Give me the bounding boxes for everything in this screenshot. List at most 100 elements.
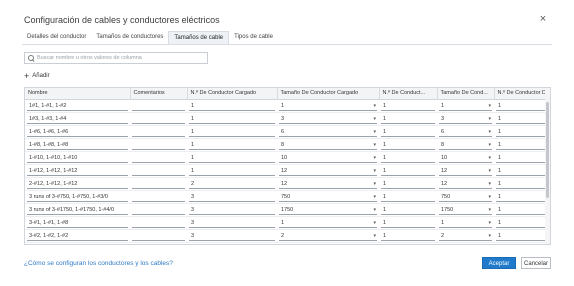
cell-input[interactable]: 3 runs of 3-#750, 1-#750, 1-#3/0: [27, 191, 128, 202]
cell-input[interactable]: [132, 178, 185, 189]
size-dropdown[interactable]: 3: [279, 113, 377, 124]
size-dropdown[interactable]: 750: [439, 191, 492, 202]
cell-input[interactable]: 1: [189, 126, 275, 137]
cell-input[interactable]: [132, 230, 185, 241]
search-input[interactable]: [37, 53, 207, 63]
table-row[interactable]: 3-#2, 1-#2, 1-#232121: [25, 229, 550, 243]
size-dropdown[interactable]: 8: [439, 139, 492, 150]
cell-input[interactable]: [132, 126, 185, 137]
cell-input[interactable]: 1-#12, 1-#12, 1-#12: [27, 165, 128, 176]
size-dropdown[interactable]: 1: [439, 100, 492, 111]
size-dropdown[interactable]: 1750: [279, 204, 377, 215]
size-dropdown[interactable]: 2: [279, 230, 377, 241]
cell-input[interactable]: 1: [381, 152, 435, 163]
cell-input[interactable]: 1-#6, 1-#6, 1-#6: [27, 126, 128, 137]
cell-input[interactable]: 3 runs of 3-#1750, 1-#1750, 1-#4/0: [27, 204, 128, 215]
cell-input[interactable]: 1: [381, 191, 435, 202]
cell-input[interactable]: 2: [189, 178, 275, 189]
table-row[interactable]: 2-#12, 1-#12, 1-#12 2 12 1 12 1: [25, 177, 550, 191]
cell-input[interactable]: [132, 113, 185, 124]
cell-input[interactable]: 1: [381, 126, 435, 137]
table-row[interactable]: 1#1, 1-#1, 1-#211111: [25, 99, 550, 113]
cell-input[interactable]: 1: [381, 204, 435, 215]
cell-input[interactable]: [132, 139, 185, 150]
size-dropdown[interactable]: 12: [279, 165, 377, 176]
size-dropdown[interactable]: 12: [439, 178, 492, 189]
tab-conductor-sizes[interactable]: Tamaños de conductores: [91, 31, 168, 44]
cell-input[interactable]: 2-#12, 1-#12, 1-#12: [27, 178, 128, 189]
tab-cable-types[interactable]: Tipos de cable: [229, 31, 278, 44]
cell-input[interactable]: 1: [496, 165, 550, 176]
cell-input[interactable]: 1: [189, 165, 275, 176]
cell-input[interactable]: 1: [189, 152, 275, 163]
cell-input[interactable]: 3: [189, 204, 275, 215]
size-dropdown[interactable]: 1: [279, 217, 377, 228]
size-dropdown[interactable]: 6: [279, 126, 377, 137]
close-icon[interactable]: ×: [537, 13, 549, 25]
size-dropdown[interactable]: 6: [439, 126, 492, 137]
size-dropdown[interactable]: 12: [279, 178, 377, 189]
size-dropdown[interactable]: 12: [439, 165, 492, 176]
cell-input[interactable]: 1: [496, 230, 550, 241]
cell-input[interactable]: 1-#8, 1-#8, 1-#8: [27, 139, 128, 150]
cell-input[interactable]: 1-#10, 1-#10, 1-#10: [27, 152, 128, 163]
cell-input[interactable]: 1: [496, 217, 550, 228]
cell-input[interactable]: 1: [381, 165, 435, 176]
size-dropdown[interactable]: 1: [439, 217, 492, 228]
cell-input[interactable]: 1: [381, 178, 435, 189]
cell-input[interactable]: 1: [496, 126, 550, 137]
accept-button[interactable]: Aceptar: [482, 257, 516, 269]
cell-input[interactable]: 1: [496, 152, 550, 163]
table-row[interactable]: 1-#10, 1-#10, 1-#10 1 10 1 10 1: [25, 151, 550, 165]
add-button[interactable]: + Añadir: [24, 72, 50, 81]
help-link[interactable]: ¿Cómo se configuran los conductores y lo…: [24, 260, 173, 267]
column-header-num-conductor-de[interactable]: N.º De Conductor De: [494, 88, 550, 100]
cell-input[interactable]: 1: [381, 100, 435, 111]
cell-input[interactable]: 1: [496, 178, 550, 189]
column-header-nombre[interactable]: Nombre: [25, 88, 131, 100]
column-header-tamano-conductor-cargado[interactable]: Tamaño De Conductor Cargado: [277, 88, 380, 100]
column-header-comentarios[interactable]: Comentarios: [130, 88, 188, 100]
cell-input[interactable]: [132, 152, 185, 163]
table-row[interactable]: 3 runs of 3-#1750, 1-#1750, 1-#4/0 3 1750 1…: [25, 203, 550, 217]
table-row[interactable]: 1-#12, 1-#12, 1-#12 1 12 1 12 1: [25, 164, 550, 178]
cell-input[interactable]: 1#3, 1-#3, 1-#4: [27, 113, 128, 124]
size-dropdown[interactable]: 3: [439, 113, 492, 124]
cell-input[interactable]: [132, 217, 185, 228]
cell-input[interactable]: 3-#2, 1-#2, 1-#2: [27, 230, 128, 241]
cell-input[interactable]: 1: [381, 113, 435, 124]
table-row[interactable]: 1#3, 1-#3, 1-#413131: [25, 112, 550, 126]
scrollbar-thumb[interactable]: [546, 102, 549, 198]
size-dropdown[interactable]: 750: [279, 191, 377, 202]
cell-input[interactable]: 1#1, 1-#1, 1-#2: [27, 100, 128, 111]
vertical-scrollbar[interactable]: [545, 88, 550, 244]
cell-input[interactable]: 1: [189, 139, 275, 150]
column-header-num-conductor-cargado[interactable]: N.º De Conductor Cargado: [187, 88, 278, 100]
cell-input[interactable]: [132, 100, 185, 111]
cell-input[interactable]: 3: [189, 217, 275, 228]
cell-input[interactable]: 1: [496, 204, 550, 215]
size-dropdown[interactable]: 1750: [439, 204, 492, 215]
cell-input[interactable]: 1: [189, 100, 275, 111]
cell-input[interactable]: 1: [496, 191, 550, 202]
cancel-button[interactable]: Cancelar: [521, 257, 551, 269]
cell-input[interactable]: 1: [381, 230, 435, 241]
cell-input[interactable]: 1: [496, 139, 550, 150]
table-row[interactable]: 3-#1, 1-#1, 1-#831111: [25, 216, 550, 230]
size-dropdown[interactable]: 8: [279, 139, 377, 150]
cell-input[interactable]: 1: [496, 100, 550, 111]
cell-input[interactable]: 1: [381, 139, 435, 150]
cell-input[interactable]: 1: [496, 113, 550, 124]
cell-input[interactable]: 3-#1, 1-#1, 1-#8: [27, 217, 128, 228]
size-dropdown[interactable]: 2: [439, 230, 492, 241]
cell-input[interactable]: [132, 204, 185, 215]
column-header-tamano-conductor[interactable]: Tamaño De Cond...: [437, 88, 495, 100]
size-dropdown[interactable]: 10: [279, 152, 377, 163]
table-row[interactable]: 1-#8, 1-#8, 1-#818181: [25, 138, 550, 152]
tab-cable-sizes[interactable]: Tamaños de cable: [168, 31, 230, 44]
table-row[interactable]: 3 runs of 3-#750, 1-#750, 1-#3/0 3 750 1 750…: [25, 190, 550, 204]
cell-input[interactable]: [132, 165, 185, 176]
size-dropdown[interactable]: 1: [279, 100, 377, 111]
cell-input[interactable]: 1: [189, 113, 275, 124]
column-header-num-conductor[interactable]: N.º De Conduct...: [379, 88, 438, 100]
